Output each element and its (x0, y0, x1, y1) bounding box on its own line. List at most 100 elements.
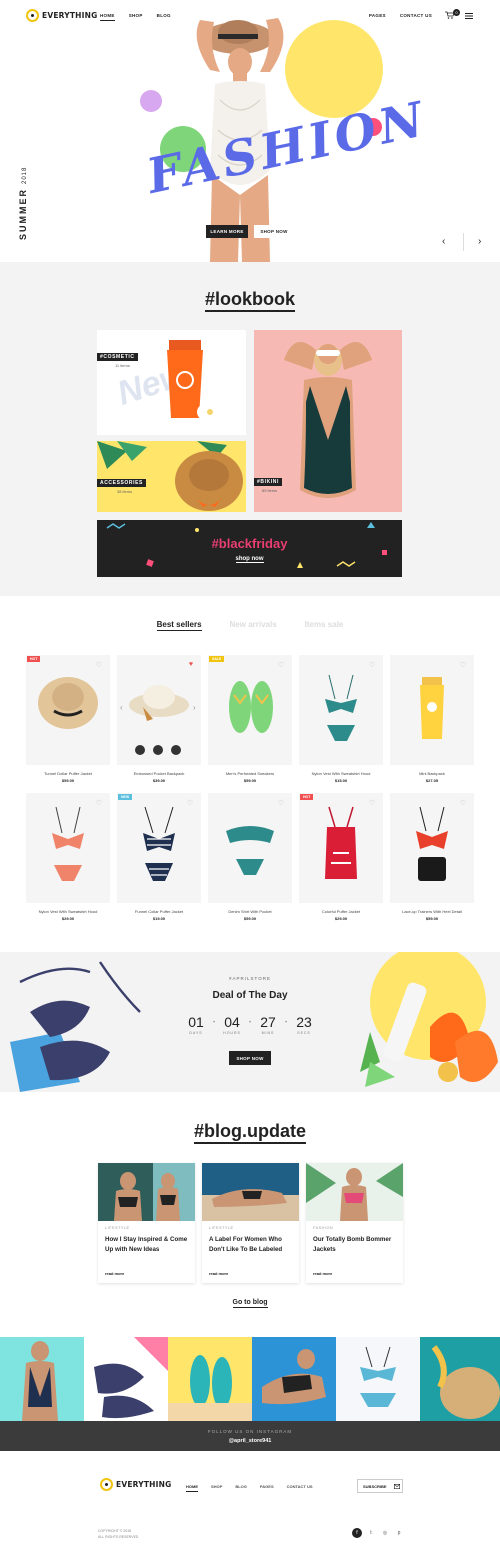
logo-text: EVERYTHING (42, 11, 98, 20)
countdown-hours-label: HOURS (223, 1031, 241, 1035)
blackfriday-link[interactable]: shop now (97, 556, 402, 563)
nav-shop[interactable]: SHOP (129, 13, 143, 21)
product-card[interactable]: ♡ (390, 793, 474, 903)
blog-post-title[interactable]: Our Totally Bomb Bommer Jackets (313, 1235, 398, 1254)
product-card[interactable]: ♡ (208, 793, 292, 903)
wishlist-heart-icon[interactable]: ♡ (278, 661, 284, 669)
shop-now-button[interactable]: SHOP NOW (254, 225, 294, 238)
decor-circle-purple (140, 90, 162, 112)
lookbook-card-cosmetic[interactable]: New #COSMETIC 11 items (97, 330, 246, 435)
blog-read-more-link[interactable]: read more (209, 1271, 228, 1276)
product-price: $29.00 (334, 916, 348, 921)
wishlist-heart-icon[interactable]: ♡ (369, 661, 375, 669)
wishlist-heart-icon[interactable]: ♡ (460, 661, 466, 669)
product-name[interactable]: Lace-up Trainers With Heel Detail (390, 909, 474, 914)
footer-nav-contact[interactable]: CONTACT US (287, 1484, 313, 1492)
subscribe-label: SUBSCRIBE (363, 1483, 387, 1489)
site-logo[interactable]: EVERYTHING (26, 9, 97, 22)
product-name[interactable]: Nylon Vest With Sweatshirt Hood (26, 909, 110, 914)
wishlist-heart-icon[interactable]: ♡ (460, 799, 466, 807)
wishlist-heart-icon[interactable]: ♡ (187, 799, 193, 807)
grid-menu-icon[interactable] (465, 13, 473, 19)
subscribe-button[interactable]: SUBSCRIBE (357, 1479, 403, 1493)
product-card[interactable]: ♡ (390, 655, 474, 765)
product-name[interactable]: Men's Perforated Sneakers (208, 771, 292, 776)
deal-shop-now-button[interactable]: SHOP NOW (229, 1051, 271, 1065)
wishlist-heart-icon[interactable]: ♡ (278, 799, 284, 807)
footer-logo[interactable]: EVERYTHING (100, 1478, 171, 1491)
nav-pages[interactable]: PAGES (369, 13, 386, 18)
instagram-photo[interactable] (420, 1337, 500, 1421)
prev-slide-arrow[interactable]: ‹ (442, 236, 445, 247)
nav-blog[interactable]: BLOG (157, 13, 171, 21)
pinterest-icon[interactable]: p (394, 1528, 404, 1538)
product-card[interactable]: SALE ♡ (208, 655, 292, 765)
product-card[interactable]: HOT ♡ (26, 655, 110, 765)
blog-post-card[interactable]: LIFESTYLE A Label For Women Who Don't Li… (202, 1163, 299, 1283)
countdown-days-label: DAYS (189, 1031, 203, 1035)
blog-post-card[interactable]: LIFESTYLE How I Stay Inspired & Come Up … (98, 1163, 195, 1283)
instagram-photo[interactable] (84, 1337, 168, 1421)
nav-contact[interactable]: CONTACT US (400, 13, 432, 18)
wishlist-heart-icon[interactable]: ♡ (96, 661, 102, 669)
learn-more-button[interactable]: LEARN MORE (206, 225, 248, 238)
product-image (38, 677, 98, 729)
product-price: $29.00 (61, 916, 75, 921)
product-card[interactable]: HOT ♡ (299, 793, 383, 903)
lookbook-card-bikini[interactable]: #BIKINI 89 items (254, 330, 402, 512)
blog-post-image (98, 1163, 195, 1221)
instagram-icon[interactable]: ◎ (380, 1528, 390, 1538)
instagram-photo[interactable] (168, 1337, 252, 1421)
footer-nav-blog[interactable]: BLOG (235, 1484, 247, 1492)
countdown-hours: 04 HOURS (217, 1014, 247, 1035)
countdown-days-value: 01 (188, 1014, 204, 1030)
instagram-photo[interactable] (252, 1337, 336, 1421)
blackfriday-banner[interactable]: #blackfriday shop now (97, 520, 402, 577)
cart-add-icon[interactable] (153, 745, 163, 755)
product-name[interactable]: Mini Backpack (390, 771, 474, 776)
nav-home[interactable]: HOME (100, 13, 115, 21)
tab-best-sellers[interactable]: Best sellers (156, 620, 202, 631)
instagram-photo[interactable] (0, 1337, 84, 1421)
next-slide-arrow[interactable]: › (478, 236, 481, 247)
wishlist-heart-icon[interactable]: ♡ (369, 799, 375, 807)
product-card[interactable]: NEW ♡ (117, 793, 201, 903)
twitter-icon[interactable]: t (366, 1528, 376, 1538)
product-name[interactable]: Tunnel Dollar Puffer Jacket (26, 771, 110, 776)
blackfriday-link-text: shop now (235, 556, 264, 563)
product-card[interactable]: ♡ (299, 655, 383, 765)
footer-nav-shop[interactable]: SHOP (211, 1484, 222, 1492)
product-name[interactable]: Embossed Pocket Backpack (117, 771, 201, 776)
blog-read-more-link[interactable]: read more (105, 1271, 124, 1276)
cosmetic-tag: #COSMETIC (97, 353, 138, 361)
wishlist-heart-icon[interactable]: ♡ (96, 799, 102, 807)
blog-post-title[interactable]: How I Stay Inspired & Come Up with New I… (105, 1235, 190, 1254)
lookbook-card-accessories[interactable]: ACCESSORIES 38 items (97, 441, 246, 512)
blog-read-more-link[interactable]: read more (313, 1271, 332, 1276)
footer-nav-pages[interactable]: PAGES (260, 1484, 274, 1492)
countdown-separator: • (213, 1020, 216, 1026)
search-icon[interactable] (135, 745, 145, 755)
product-price: $15.00 (334, 778, 348, 783)
blog-post-title[interactable]: A Label For Women Who Don't Like To Be L… (209, 1235, 294, 1254)
prev-image-arrow[interactable]: ‹ (120, 703, 123, 712)
product-name[interactable]: Nylon Vest With Sweatshirt Hood (299, 771, 383, 776)
instagram-photo[interactable] (336, 1337, 420, 1421)
copyright-line-2: ALL RIGHTS RESERVED (98, 1535, 139, 1539)
instagram-handle[interactable]: @april_store941 (0, 1438, 500, 1444)
go-to-blog-link[interactable]: Go to blog (0, 1299, 500, 1308)
facebook-icon[interactable]: f (352, 1528, 362, 1538)
next-image-arrow[interactable]: › (193, 703, 196, 712)
product-name[interactable]: Funnel Collar Puffer Jacket (117, 909, 201, 914)
blog-post-card[interactable]: FASHION Our Totally Bomb Bommer Jackets … (306, 1163, 403, 1283)
product-name[interactable]: Denim Shirt With Pocket (208, 909, 292, 914)
tab-new-arrivals[interactable]: New arrivals (230, 620, 277, 631)
tab-items-sale[interactable]: Items sale (305, 620, 344, 631)
product-card[interactable]: ♥ ‹ › (117, 655, 201, 765)
blackfriday-title: #blackfriday (211, 536, 288, 551)
product-card[interactable]: ♡ (26, 793, 110, 903)
wishlist-heart-icon[interactable]: ♥ (189, 661, 193, 668)
footer-nav-home[interactable]: HOME (186, 1484, 198, 1492)
product-name[interactable]: Colorful Puffer Jacket (299, 909, 383, 914)
share-icon[interactable] (171, 745, 181, 755)
